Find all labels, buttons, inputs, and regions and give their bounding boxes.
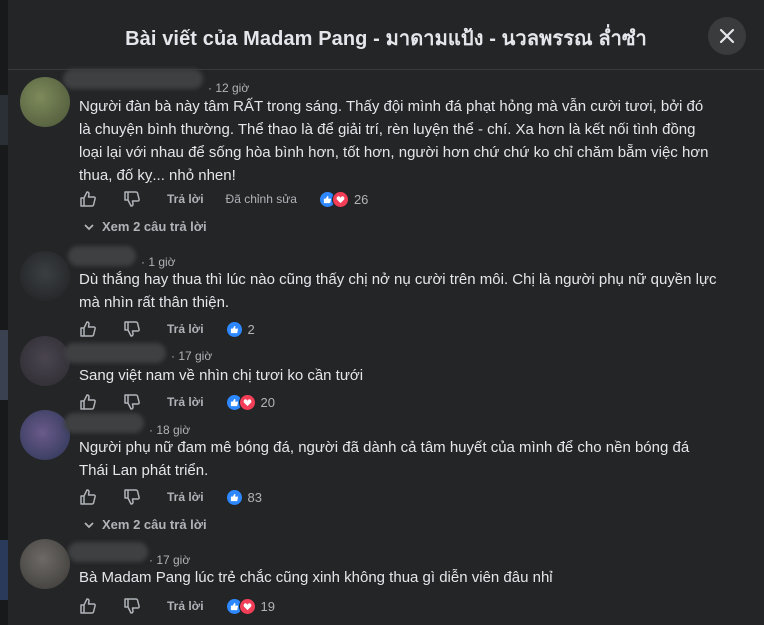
thumbs-up-icon (80, 191, 96, 207)
like-reaction-icon (225, 488, 243, 506)
avatar[interactable] (20, 410, 70, 460)
comment-item: · 17 giờ Sang việt nam về nhìn chị tươi … (8, 336, 764, 413)
close-icon (719, 28, 735, 44)
reaction-summary[interactable]: 26 (318, 190, 369, 208)
comment-time[interactable]: · 1 giờ (141, 255, 176, 269)
comment-item: · 12 giờ Người đàn bà này tâm RẤT trong … (8, 69, 764, 246)
view-replies-label: Xem 2 câu trả lời (102, 517, 207, 532)
post-dialog: Bài viết của Madam Pang - มาดามแป้ง - นว… (8, 0, 764, 625)
thumbs-down-icon (124, 598, 140, 614)
chevron-down-icon (84, 223, 94, 230)
comment-text: Người đàn bà này tâm RẤT trong sáng. Thấ… (79, 98, 709, 184)
comment-text: Sang việt nam về nhìn chị tươi ko cần tư… (79, 367, 364, 384)
comment-list: · 12 giờ Người đàn bà này tâm RẤT trong … (8, 69, 764, 625)
comment-item: · 1 giờ Dù thắng hay thua thì lúc nào cũ… (8, 246, 764, 341)
comment-item: · 18 giờ Người phụ nữ đam mê bóng đá, ng… (8, 410, 764, 533)
reply-button[interactable]: Trả lời (167, 599, 204, 613)
avatar[interactable] (20, 251, 70, 301)
like-button[interactable] (79, 488, 97, 506)
like-button[interactable] (79, 597, 97, 615)
dialog-header: Bài viết của Madam Pang - มาดามแป้ง - นว… (8, 0, 764, 70)
author-name-blurred[interactable] (64, 343, 166, 363)
dialog-title: Bài viết của Madam Pang - มาดามแป้ง - นว… (125, 28, 647, 50)
reaction-count: 26 (353, 191, 369, 207)
reaction-count: 19 (260, 598, 276, 614)
like-button[interactable] (79, 190, 97, 208)
love-reaction-icon (331, 190, 349, 208)
reaction-summary[interactable]: 20 (225, 393, 276, 411)
thumbs-down-icon (124, 321, 140, 337)
like-button[interactable] (79, 320, 97, 338)
thumbs-up-icon (80, 598, 96, 614)
dislike-button[interactable] (123, 320, 141, 338)
dislike-button[interactable] (123, 488, 141, 506)
edited-label[interactable]: Đã chỉnh sửa (226, 192, 297, 206)
chevron-down-icon (84, 521, 94, 528)
thumbs-up-icon (80, 321, 96, 337)
reaction-count: 2 (247, 321, 255, 337)
reaction-count: 20 (260, 394, 276, 410)
reaction-summary[interactable]: 83 (225, 488, 263, 506)
view-replies-label: Xem 2 câu trả lời (102, 219, 207, 234)
view-replies-link[interactable]: Xem 2 câu trả lời (84, 517, 207, 532)
reply-button[interactable]: Trả lời (167, 192, 204, 206)
comment-time[interactable]: · 17 giờ (171, 349, 212, 363)
thumbs-up-icon (80, 394, 96, 410)
author-name-blurred[interactable] (63, 69, 203, 89)
dislike-button[interactable] (123, 393, 141, 411)
comment-actions: Trả lời 20 (79, 392, 275, 412)
comment-text: Bà Madam Pang lúc trẻ chắc cũng xinh khô… (79, 569, 553, 586)
author-name-blurred[interactable] (64, 413, 144, 433)
author-name-blurred[interactable] (68, 246, 136, 266)
dislike-button[interactable] (123, 597, 141, 615)
comment-actions: Trả lời 19 (79, 596, 275, 616)
comment-time[interactable]: · 18 giờ (149, 423, 190, 437)
dislike-button[interactable] (123, 190, 141, 208)
author-name-blurred[interactable] (68, 542, 148, 562)
thumbs-down-icon (124, 394, 140, 410)
reply-button[interactable]: Trả lời (167, 395, 204, 409)
comment-text: Người phụ nữ đam mê bóng đá, người đã dà… (79, 439, 690, 479)
thumbs-down-icon (124, 489, 140, 505)
like-reaction-icon (225, 320, 243, 338)
comment-actions: Trả lời 83 (79, 487, 262, 507)
view-replies-link[interactable]: Xem 2 câu trả lời (84, 219, 207, 234)
avatar[interactable] (20, 77, 70, 127)
close-button[interactable] (708, 17, 746, 55)
reaction-count: 83 (247, 489, 263, 505)
reaction-summary[interactable]: 19 (225, 597, 276, 615)
like-button[interactable] (79, 393, 97, 411)
comment-actions: Trả lời Đã chỉnh sửa 26 (79, 189, 368, 209)
thumbs-down-icon (124, 191, 140, 207)
comment-time[interactable]: · 12 giờ (208, 81, 249, 95)
comment-text: Dù thắng hay thua thì lúc nào cũng thấy … (79, 271, 717, 311)
comment-actions: Trả lời 2 (79, 319, 255, 339)
love-reaction-icon (238, 597, 256, 615)
avatar[interactable] (20, 539, 70, 589)
comment-time[interactable]: · 17 giờ (149, 553, 190, 567)
reply-button[interactable]: Trả lời (167, 490, 204, 504)
comment-item: · 17 giờ Bà Madam Pang lúc trẻ chắc cũng… (8, 533, 764, 625)
avatar[interactable] (20, 336, 70, 386)
love-reaction-icon (238, 393, 256, 411)
thumbs-up-icon (80, 489, 96, 505)
reply-button[interactable]: Trả lời (167, 322, 204, 336)
reaction-summary[interactable]: 2 (225, 320, 255, 338)
